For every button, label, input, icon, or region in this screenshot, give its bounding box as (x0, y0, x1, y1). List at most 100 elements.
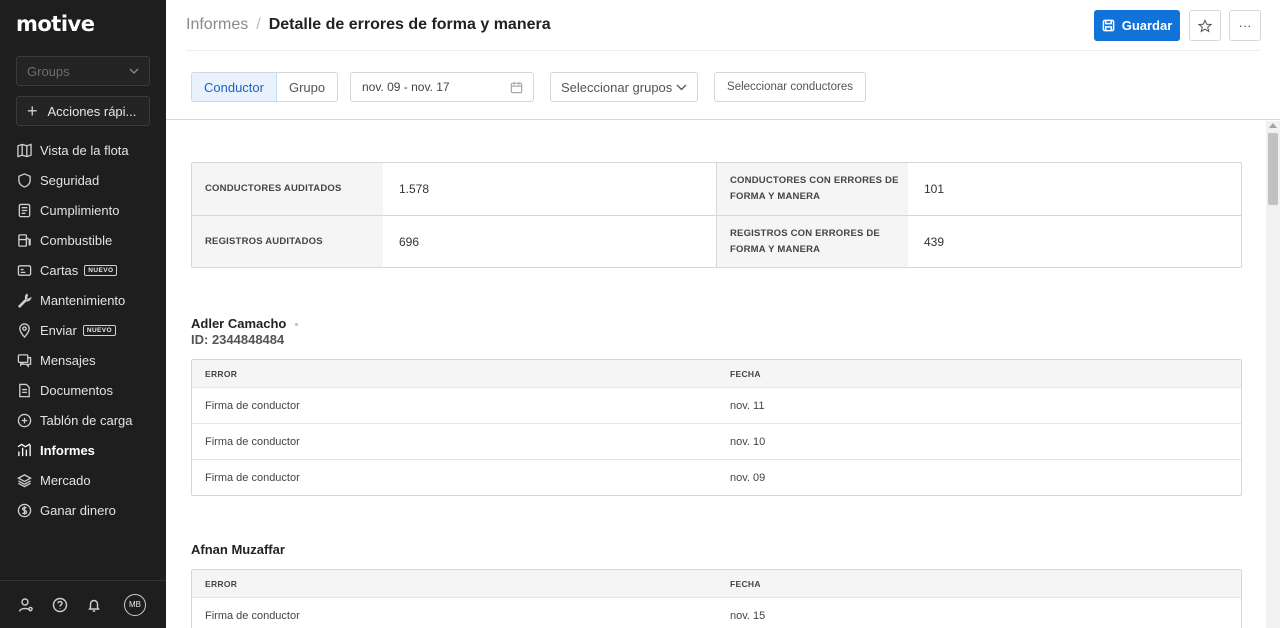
view-toggle: Conductor Grupo (191, 72, 339, 102)
sidebar-item-label: Vista de la flota (40, 142, 129, 158)
sidebar-item-marketplace[interactable]: Mercado (0, 465, 166, 495)
sidebar-item-documents[interactable]: Documentos (0, 375, 166, 405)
column-header-error: ERROR (205, 578, 238, 589)
user-settings-icon[interactable] (18, 597, 34, 613)
sidebar-nav: Vista de la flota Seguridad Cumplimiento… (0, 135, 166, 525)
column-header-date: FECHA (730, 368, 761, 379)
date-cell: nov. 15 (730, 609, 766, 622)
sidebar-item-label: Seguridad (40, 172, 100, 188)
date-cell: nov. 11 (730, 399, 765, 412)
sidebar-item-load-board[interactable]: Tablón de carga (0, 405, 166, 435)
sidebar-item-earn-money[interactable]: Ganar dinero (0, 495, 166, 525)
drivers-filter-label: Seleccionar conductores (727, 81, 853, 93)
sidebar-item-cards[interactable]: Cartas NUEVO (0, 255, 166, 285)
table-row: Firma de conductor nov. 09 (192, 459, 1241, 495)
table-row: Firma de conductor nov. 10 (192, 423, 1241, 459)
motive-logo[interactable]: motive (16, 12, 95, 36)
sidebar-item-label: Mantenimiento (40, 292, 126, 308)
sidebar-item-dispatch[interactable]: Enviar NUEVO (0, 315, 166, 345)
file-icon (17, 383, 32, 398)
table-row: Firma de conductor nov. 11 (192, 387, 1241, 423)
dollar-icon (17, 503, 32, 518)
date-range-picker[interactable]: nov. 09 - nov. 17 (350, 72, 534, 102)
date-range-value: nov. 09 - nov. 17 (362, 80, 450, 94)
summary-label-line: CONDUCTORES CON ERRORES DE (730, 175, 899, 186)
summary-label: CONDUCTORES AUDITADOS (192, 163, 383, 215)
fuel-icon (17, 233, 32, 248)
avatar[interactable]: MB (124, 593, 146, 616)
more-icon: ··· (1238, 18, 1252, 33)
sidebar-item-reports[interactable]: Informes (0, 435, 166, 465)
more-options-button[interactable]: ··· (1229, 10, 1261, 41)
document-icon (17, 203, 32, 218)
summary-label: REGISTROS CON ERRORES DE FORMA Y MANERA (717, 216, 908, 267)
breadcrumb-parent-link[interactable]: Informes (186, 16, 248, 34)
summary-value: 1.578 (399, 182, 430, 196)
error-cell: Firma de conductor (205, 609, 300, 622)
summary-value: 696 (399, 235, 420, 249)
error-cell: Firma de conductor (205, 399, 300, 412)
sidebar-item-label: Enviar (40, 322, 77, 338)
table-header: ERROR FECHA (192, 570, 1241, 597)
save-icon (1102, 19, 1115, 32)
layers-icon (17, 473, 32, 488)
vertical-scrollbar[interactable] (1266, 121, 1280, 628)
summary-label-line: FORMA Y MANERA (730, 244, 821, 255)
new-badge: NUEVO (82, 324, 116, 336)
save-button[interactable]: Guardar (1094, 10, 1180, 41)
sidebar-item-maintenance[interactable]: Mantenimiento (0, 285, 166, 315)
scrollbar-thumb[interactable] (1268, 133, 1278, 205)
column-header-error: ERROR (205, 368, 238, 379)
scroll-up-arrow-icon[interactable] (1269, 123, 1277, 128)
sidebar-item-label: Cartas (40, 262, 79, 278)
location-pin-icon (17, 322, 32, 338)
chevron-down-icon (129, 68, 139, 74)
driver-name: Adler Camacho (191, 316, 299, 331)
summary-label: REGISTROS AUDITADOS (192, 216, 383, 267)
shield-icon (17, 172, 32, 188)
error-cell: Firma de conductor (205, 435, 300, 448)
sidebar-item-compliance[interactable]: Cumplimiento (0, 195, 166, 225)
star-icon (1198, 18, 1212, 33)
summary-label-line: FORMA Y MANERA (730, 191, 821, 202)
toggle-group[interactable]: Grupo (277, 73, 337, 101)
sidebar-item-safety[interactable]: Seguridad (0, 165, 166, 195)
chat-icon (17, 353, 32, 368)
groups-filter-select[interactable]: Seleccionar grupos (550, 72, 698, 102)
quick-actions-button[interactable]: + Acciones rápi... (16, 96, 150, 126)
page-header: Informes / Detalle de errores de forma y… (166, 0, 1280, 120)
summary-label: CONDUCTORES CON ERRORES DE FORMA Y MANERA (717, 163, 908, 215)
summary-value: 439 (924, 235, 945, 249)
errors-table: ERROR FECHA Firma de conductor nov. 15 (191, 569, 1242, 628)
summary-table: CONDUCTORES AUDITADOS 1.578 CONDUCTORES … (191, 162, 1242, 268)
card-icon (17, 263, 32, 278)
wrench-icon (17, 292, 32, 308)
sidebar-item-label: Mercado (40, 472, 91, 488)
status-dot (295, 323, 299, 327)
board-icon (17, 413, 32, 428)
table-row: Firma de conductor nov. 15 (192, 597, 1241, 628)
sidebar-footer: MB (0, 580, 166, 628)
favorite-button[interactable] (1189, 10, 1221, 41)
groups-filter-label: Seleccionar grupos (561, 79, 673, 95)
page-title: Detalle de errores de forma y manera (268, 16, 551, 33)
sidebar-item-messages[interactable]: Mensajes (0, 345, 166, 375)
groups-select[interactable]: Groups (16, 56, 150, 86)
bell-icon[interactable] (86, 597, 102, 613)
driver-name-text: Adler Camacho (191, 316, 287, 331)
sidebar-item-fuel[interactable]: Combustible (0, 225, 166, 255)
header-divider (186, 50, 1260, 51)
help-icon[interactable] (52, 597, 68, 613)
error-cell: Firma de conductor (205, 471, 300, 484)
chart-icon (17, 442, 32, 458)
summary-value: 101 (924, 182, 945, 196)
sidebar-item-label: Documentos (40, 382, 113, 398)
sidebar-item-fleet-view[interactable]: Vista de la flota (0, 135, 166, 165)
groups-select-label: Groups (27, 63, 70, 79)
calendar-icon (510, 81, 523, 93)
drivers-filter-select[interactable]: Seleccionar conductores (714, 72, 866, 102)
sidebar-item-label: Ganar dinero (40, 502, 116, 518)
driver-name: Afnan Muzaffar (191, 542, 285, 557)
toggle-driver[interactable]: Conductor (192, 73, 277, 101)
summary-divider (192, 215, 1241, 216)
